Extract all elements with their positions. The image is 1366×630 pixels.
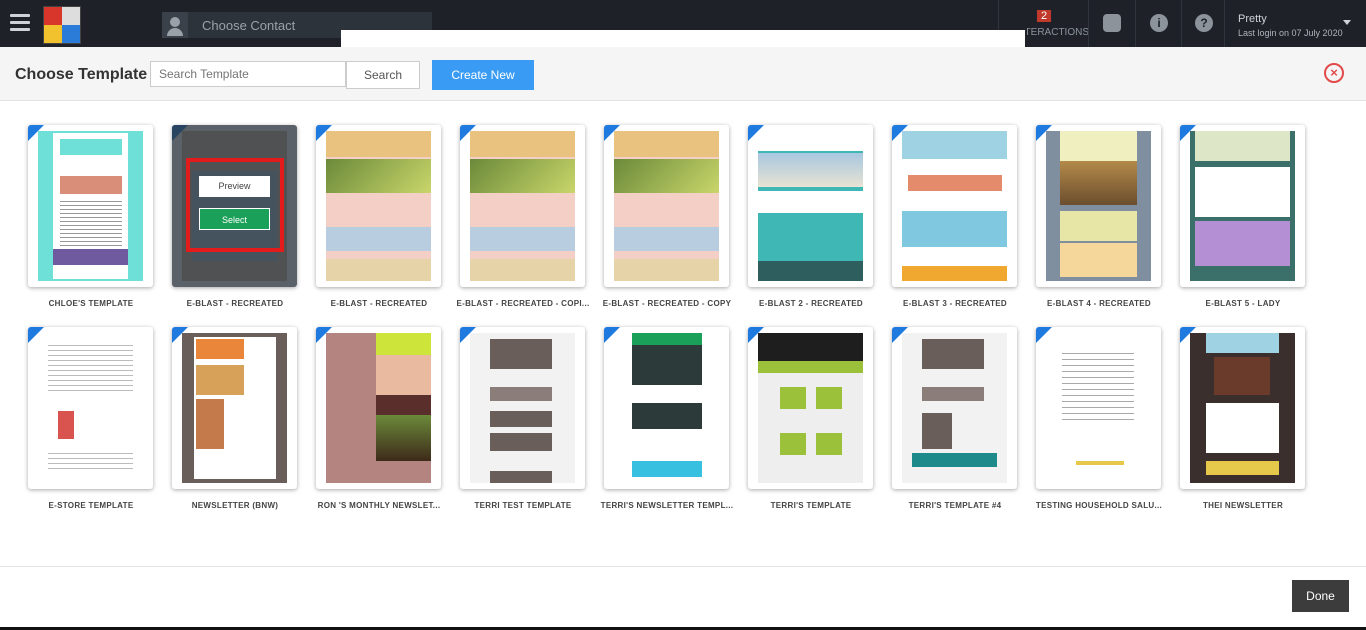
chevron-down-icon[interactable] <box>1343 20 1351 25</box>
template-thumbnail <box>614 333 719 483</box>
choose-template-modal: Choose Template Search Create New × CHLO… <box>0 47 1366 627</box>
select-button[interactable]: Select <box>199 208 270 230</box>
template-card[interactable] <box>1180 327 1305 489</box>
template-name: TERRI'S TEMPLATE #4 <box>908 501 1002 510</box>
user-name: Pretty <box>1238 13 1267 25</box>
template-name: TERRI'S TEMPLATE <box>770 501 852 510</box>
interactions-label: INTERACTIONS <box>1027 27 1089 38</box>
app-logo[interactable] <box>43 6 81 44</box>
template-name: E-BLAST - RECREATED - COPI... <box>456 299 590 308</box>
choose-contact-text: Choose Contact <box>202 18 296 33</box>
template-corner-flag <box>1036 327 1052 343</box>
template-card[interactable] <box>892 125 1017 287</box>
template-name: TESTING HOUSEHOLD SALU... <box>1035 501 1163 510</box>
template-card[interactable] <box>892 327 1017 489</box>
template-name: E-BLAST - RECREATED <box>330 299 428 308</box>
template-name: RON 'S MONTHLY NEWSLET... <box>317 501 441 510</box>
template-thumbnail <box>758 131 863 281</box>
template-name: CHLOE'S TEMPLATE <box>48 299 134 308</box>
template-thumbnail <box>1190 131 1295 281</box>
chat-button[interactable] <box>1088 0 1135 47</box>
template-name: NEWSLETTER (BNW) <box>191 501 279 510</box>
template-corner-flag <box>316 327 332 343</box>
template-thumbnail <box>902 131 1007 281</box>
last-login-text: Last login on 07 July 2020 <box>1238 28 1343 38</box>
template-corner-flag <box>28 125 44 141</box>
template-corner-flag <box>892 327 908 343</box>
template-corner-flag <box>604 327 620 343</box>
template-card[interactable] <box>748 125 873 287</box>
info-button[interactable]: i <box>1135 0 1182 47</box>
template-thumbnail <box>1046 131 1151 281</box>
highlight-box <box>186 158 284 252</box>
template-name: TERRI TEST TEMPLATE <box>474 501 572 510</box>
template-card[interactable] <box>1036 125 1161 287</box>
template-corner-flag <box>28 327 44 343</box>
template-thumbnail <box>38 131 143 281</box>
menu-icon[interactable] <box>10 14 30 32</box>
template-card[interactable] <box>460 327 585 489</box>
template-card[interactable] <box>748 327 873 489</box>
template-name: E-STORE TEMPLATE <box>48 501 134 510</box>
template-corner-flag <box>460 327 476 343</box>
search-button[interactable]: Search <box>346 61 420 89</box>
close-icon[interactable]: × <box>1324 63 1344 83</box>
template-corner-flag <box>1180 327 1196 343</box>
template-thumbnail <box>470 131 575 281</box>
template-thumbnail <box>614 131 719 281</box>
template-thumbnail <box>326 131 431 281</box>
info-icon: i <box>1150 14 1168 32</box>
template-card[interactable] <box>604 125 729 287</box>
user-info: Pretty Last login on 07 July 2020 <box>1238 13 1343 38</box>
template-card[interactable] <box>316 327 441 489</box>
template-thumbnail <box>758 333 863 483</box>
template-thumbnail <box>1046 333 1151 483</box>
template-card[interactable] <box>1036 327 1161 489</box>
template-thumbnail <box>326 333 431 483</box>
template-corner-flag <box>748 327 764 343</box>
template-name: E-BLAST 4 - RECREATED <box>1047 299 1151 308</box>
template-card[interactable] <box>460 125 585 287</box>
modal-footer: Done <box>0 566 1366 628</box>
template-name: E-BLAST 2 - RECREATED <box>759 299 863 308</box>
help-icon: ? <box>1195 14 1213 32</box>
template-card[interactable] <box>28 327 153 489</box>
template-card[interactable] <box>604 327 729 489</box>
modal-title: Choose Template <box>15 66 148 83</box>
chat-icon <box>1103 14 1121 32</box>
template-card[interactable] <box>172 327 297 489</box>
template-corner-flag <box>748 125 764 141</box>
template-corner-flag <box>172 327 188 343</box>
interactions-count-badge: 2 <box>1037 10 1052 22</box>
template-thumbnail <box>470 333 575 483</box>
template-thumbnail <box>38 333 143 483</box>
template-thumbnail <box>1190 333 1295 483</box>
template-name: E-BLAST - RECREATED <box>186 299 284 308</box>
notification-strip <box>341 30 1025 48</box>
template-corner-flag <box>316 125 332 141</box>
template-corner-flag <box>460 125 476 141</box>
modal-header: Choose Template Search Create New × <box>0 47 1366 101</box>
template-thumbnail <box>182 333 287 483</box>
template-card[interactable] <box>28 125 153 287</box>
template-thumbnail <box>902 333 1007 483</box>
template-card[interactable] <box>316 125 441 287</box>
template-name: E-BLAST - RECREATED - COPY <box>602 299 732 308</box>
search-template-input[interactable] <box>150 61 346 87</box>
done-button[interactable]: Done <box>1292 580 1349 612</box>
template-name: E-BLAST 3 - RECREATED <box>903 299 1007 308</box>
template-corner-flag <box>1180 125 1196 141</box>
template-corner-flag <box>1036 125 1052 141</box>
user-icon <box>162 12 188 38</box>
template-name: TERRI'S NEWSLETTER TEMPL... <box>600 501 734 510</box>
create-new-button[interactable]: Create New <box>432 60 534 90</box>
template-name: E-BLAST 5 - LADY <box>1205 299 1281 308</box>
template-card[interactable] <box>1180 125 1305 287</box>
template-corner-flag <box>604 125 620 141</box>
template-name: THEI NEWSLETTER <box>1202 501 1284 510</box>
preview-button[interactable]: Preview <box>199 176 270 197</box>
help-button[interactable]: ? <box>1181 0 1225 47</box>
template-corner-flag <box>892 125 908 141</box>
